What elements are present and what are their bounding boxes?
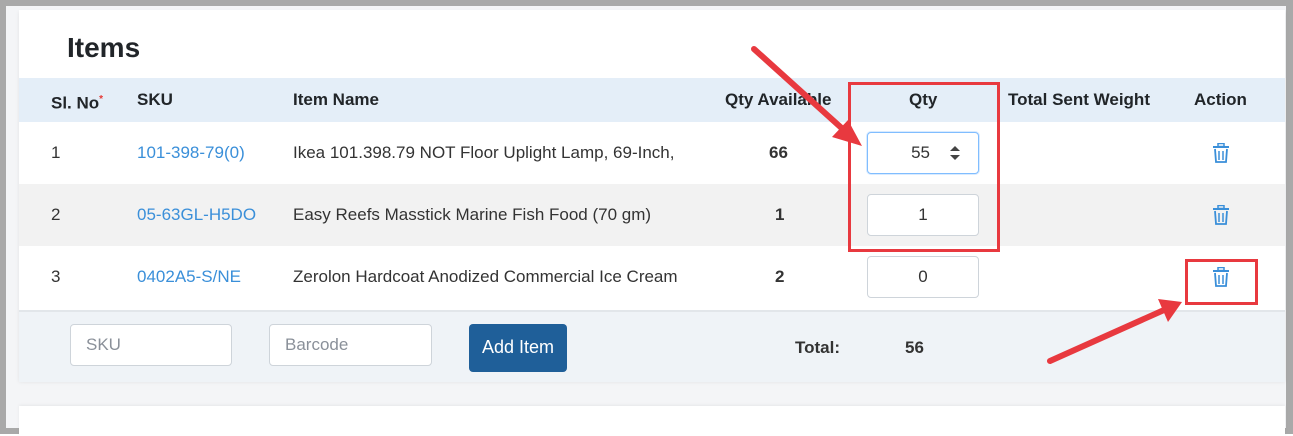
annotation-arrow-shaft <box>751 46 849 135</box>
annotation-arrow-shaft <box>1047 307 1167 364</box>
annotation-arrows <box>751 46 1182 364</box>
